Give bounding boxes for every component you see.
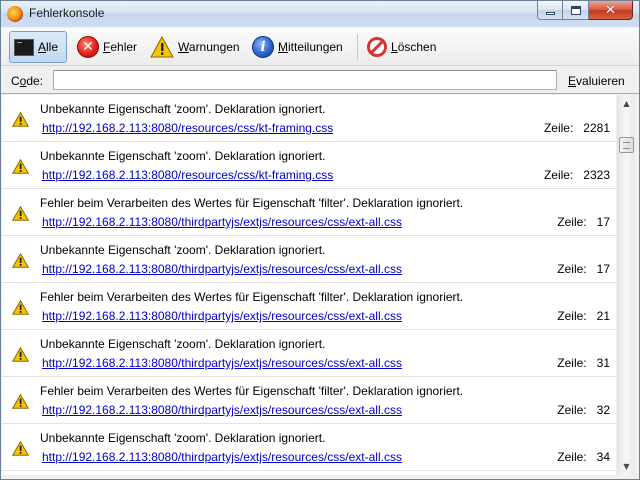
line-label: Zeile: bbox=[557, 262, 587, 276]
filter-messages-label: Mitteilungen bbox=[278, 40, 343, 54]
close-button[interactable]: ✕ bbox=[589, 1, 633, 20]
line-number: Zeile: 17 bbox=[557, 215, 610, 229]
warning-icon bbox=[11, 393, 30, 409]
line-label: Zeile: bbox=[557, 309, 587, 323]
title-bar[interactable]: Fehlerkonsole ✕ bbox=[1, 1, 639, 27]
minimize-icon bbox=[545, 12, 555, 15]
line-label: Zeile: bbox=[557, 356, 587, 370]
line-value: 34 bbox=[596, 450, 610, 464]
source-url-link[interactable]: http://192.168.2.113:8080/resources/css/… bbox=[42, 168, 333, 182]
message-text: Fehler beim Verarbeiten des Wertes für E… bbox=[40, 290, 464, 304]
source-url-link[interactable]: http://192.168.2.113:8080/thirdpartyjs/e… bbox=[42, 403, 402, 417]
line-number: Zeile: 21 bbox=[557, 309, 610, 323]
line-number: Zeile: 34 bbox=[557, 450, 610, 464]
message-list[interactable]: Unbekannte Eigenschaft 'zoom'. Deklarati… bbox=[2, 95, 616, 475]
scroll-up-arrow-icon[interactable]: ▲ bbox=[618, 95, 635, 112]
line-label: Zeile: bbox=[557, 403, 587, 417]
info-icon: i bbox=[252, 36, 274, 58]
warning-icon bbox=[11, 205, 30, 221]
line-number: Zeile: 31 bbox=[557, 356, 610, 370]
message-text: Fehler beim Verarbeiten des Wertes für E… bbox=[40, 196, 464, 210]
message-text: Unbekannte Eigenschaft 'zoom'. Deklarati… bbox=[40, 431, 326, 445]
line-number: Zeile: 2323 bbox=[544, 168, 610, 182]
line-value: 2323 bbox=[583, 168, 610, 182]
message-row[interactable]: Unbekannte Eigenschaft 'zoom'. Deklarati… bbox=[2, 424, 616, 471]
message-row[interactable]: Unbekannte Eigenschaft 'zoom'. Deklarati… bbox=[2, 142, 616, 189]
message-row[interactable]: Unbekannte Eigenschaft 'zoom'. Deklarati… bbox=[2, 330, 616, 377]
line-value: 21 bbox=[596, 309, 610, 323]
message-row[interactable]: Fehler beim Verarbeiten des Wertes für E… bbox=[2, 377, 616, 424]
console-icon bbox=[14, 38, 34, 56]
line-value: 32 bbox=[596, 403, 610, 417]
source-url-link[interactable]: http://192.168.2.113:8080/thirdpartyjs/e… bbox=[42, 309, 402, 323]
line-value: 31 bbox=[596, 356, 610, 370]
warning-icon bbox=[11, 299, 30, 315]
message-text: Fehler beim Verarbeiten des Wertes für E… bbox=[40, 384, 464, 398]
message-row[interactable]: Fehler beim Verarbeiten des Wertes für E… bbox=[2, 283, 616, 330]
line-number: Zeile: 2281 bbox=[544, 121, 610, 135]
filter-all-label: Alle bbox=[38, 40, 59, 54]
minimize-button[interactable] bbox=[537, 1, 563, 20]
source-url-link[interactable]: http://192.168.2.113:8080/thirdpartyjs/e… bbox=[42, 356, 402, 370]
warning-icon bbox=[150, 36, 174, 58]
line-label: Zeile: bbox=[557, 450, 587, 464]
clear-icon bbox=[367, 37, 387, 57]
evaluate-button[interactable]: Evaluieren bbox=[568, 74, 625, 88]
vertical-scrollbar[interactable]: ▲ ▼ bbox=[617, 95, 635, 475]
status-bar bbox=[1, 475, 639, 479]
code-label: Code: bbox=[11, 74, 44, 88]
maximize-button[interactable] bbox=[563, 1, 589, 20]
source-url-link[interactable]: http://192.168.2.113:8080/resources/css/… bbox=[42, 121, 333, 135]
warning-icon bbox=[11, 158, 30, 174]
error-icon: ✕ bbox=[77, 36, 99, 58]
line-label: Zeile: bbox=[543, 168, 574, 182]
line-value: 17 bbox=[596, 215, 610, 229]
maximize-icon bbox=[570, 5, 581, 15]
warning-icon bbox=[11, 252, 30, 268]
source-url-link[interactable]: http://192.168.2.113:8080/thirdpartyjs/e… bbox=[42, 450, 402, 464]
filter-warnings-label: Warnungen bbox=[178, 40, 240, 54]
line-label: Zeile: bbox=[543, 121, 574, 135]
filter-errors-button[interactable]: ✕ Fehler bbox=[73, 31, 143, 63]
line-label: Zeile: bbox=[557, 215, 587, 229]
warning-icon bbox=[11, 346, 30, 362]
line-value: 2281 bbox=[583, 121, 610, 135]
code-input[interactable] bbox=[53, 70, 557, 90]
message-row[interactable]: Fehler beim Verarbeiten des Wertes für E… bbox=[2, 189, 616, 236]
warning-icon bbox=[11, 440, 30, 456]
message-text: Unbekannte Eigenschaft 'zoom'. Deklarati… bbox=[40, 243, 326, 257]
close-icon: ✕ bbox=[605, 2, 616, 18]
clear-button[interactable]: Löschen bbox=[363, 31, 443, 63]
line-number: Zeile: 32 bbox=[557, 403, 610, 417]
warning-icon bbox=[11, 111, 30, 127]
filter-all-button[interactable]: Alle bbox=[9, 31, 67, 63]
code-bar: Code: Evaluieren bbox=[1, 67, 639, 94]
filter-messages-button[interactable]: i Mitteilungen bbox=[248, 31, 352, 63]
scroll-thumb[interactable] bbox=[619, 137, 634, 153]
message-row[interactable]: Unbekannte Eigenschaft 'zoom'. Deklarati… bbox=[2, 95, 616, 142]
source-url-link[interactable]: http://192.168.2.113:8080/thirdpartyjs/e… bbox=[42, 215, 402, 229]
toolbar-separator bbox=[357, 34, 358, 60]
message-text: Unbekannte Eigenschaft 'zoom'. Deklarati… bbox=[40, 149, 326, 163]
window-title: Fehlerkonsole bbox=[29, 6, 105, 20]
error-console-window: Fehlerkonsole ✕ Alle ✕ Fehler Warnungen … bbox=[0, 0, 640, 480]
message-text: Unbekannte Eigenschaft 'zoom'. Deklarati… bbox=[40, 102, 326, 116]
line-number: Zeile: 17 bbox=[557, 262, 610, 276]
message-row[interactable]: Unbekannte Eigenschaft 'zoom'. Deklarati… bbox=[2, 236, 616, 283]
clear-label: Löschen bbox=[391, 40, 437, 54]
scroll-down-arrow-icon[interactable]: ▼ bbox=[618, 458, 635, 475]
source-url-link[interactable]: http://192.168.2.113:8080/thirdpartyjs/e… bbox=[42, 262, 402, 276]
line-value: 17 bbox=[596, 262, 610, 276]
toolbar: Alle ✕ Fehler Warnungen i Mitteilungen L… bbox=[1, 28, 639, 66]
message-text: Unbekannte Eigenschaft 'zoom'. Deklarati… bbox=[40, 337, 326, 351]
filter-errors-label: Fehler bbox=[103, 40, 138, 54]
firefox-icon bbox=[7, 6, 23, 22]
filter-warnings-button[interactable]: Warnungen bbox=[146, 31, 244, 63]
window-controls: ✕ bbox=[537, 1, 633, 21]
